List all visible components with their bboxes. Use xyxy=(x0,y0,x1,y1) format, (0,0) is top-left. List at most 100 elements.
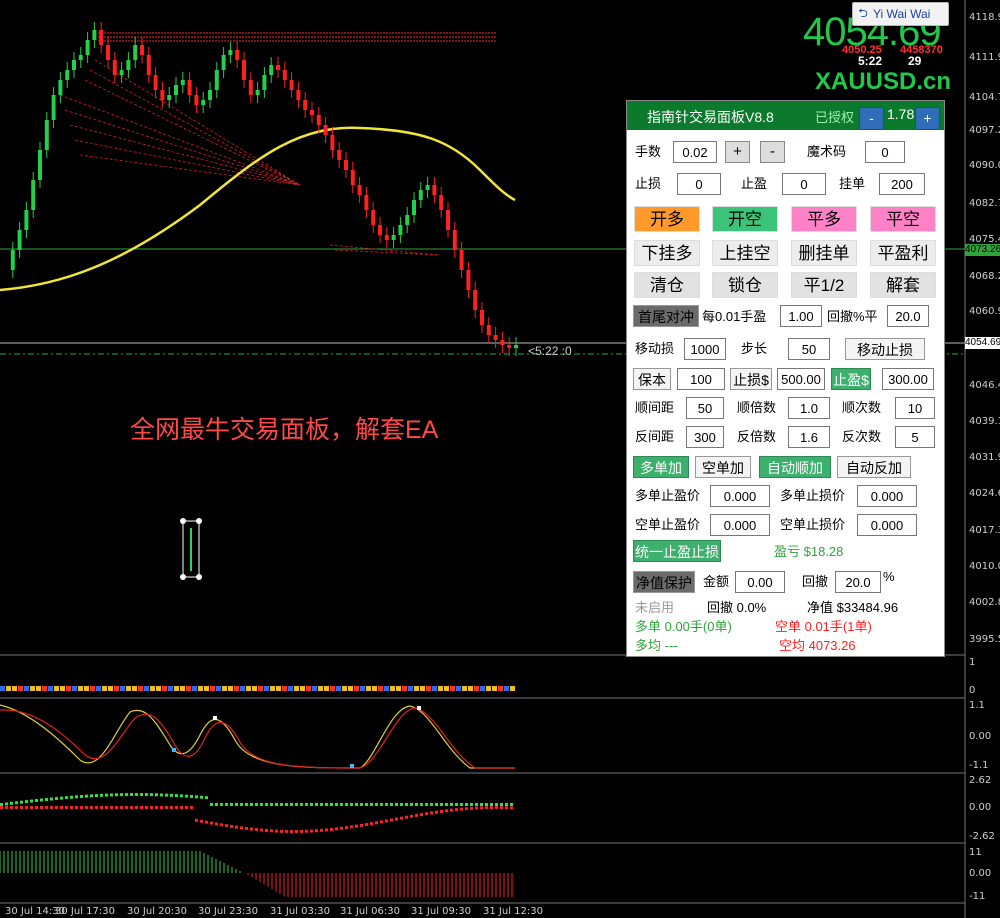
break-even-button[interactable]: 保本 xyxy=(633,368,671,390)
indicator-1-mark xyxy=(510,686,515,691)
close-short-button[interactable]: 平空 xyxy=(870,206,936,232)
pending-long-button[interactable]: 下挂多 xyxy=(634,240,700,266)
indicator-3-dot xyxy=(100,806,103,809)
rev-mult-input[interactable]: 1.6 xyxy=(788,426,830,448)
candle-body xyxy=(269,65,274,75)
rev-gap-input[interactable]: 300 xyxy=(686,426,724,448)
indicator-1-mark xyxy=(24,686,29,691)
indicator-1-mark xyxy=(204,686,209,691)
indicator-3-dot xyxy=(285,803,288,806)
indicator-3-dot xyxy=(365,803,368,806)
candle-body xyxy=(221,55,226,70)
close-long-button[interactable]: 平多 xyxy=(791,206,857,232)
drawdown-pct-input[interactable]: 20.0 xyxy=(887,305,929,327)
auto-fwd-add-button[interactable]: 自动顺加 xyxy=(759,456,831,478)
fwd-mult-input[interactable]: 1.0 xyxy=(788,397,830,419)
close-half-button[interactable]: 平1/2 xyxy=(791,272,857,298)
trail-stop-button[interactable]: 移动止损 xyxy=(845,338,925,360)
indicator-3-dot xyxy=(245,803,248,806)
indicator-3-dot xyxy=(300,803,303,806)
magic-input[interactable]: 0 xyxy=(865,141,905,163)
indicator-3-dot xyxy=(480,806,483,810)
fwd-gap-input[interactable]: 50 xyxy=(686,397,724,419)
retrace-input[interactable]: 20.0 xyxy=(835,571,881,593)
retrace-unit: % xyxy=(883,569,895,584)
indicator-1-mark xyxy=(42,686,47,691)
candle-body xyxy=(140,45,144,55)
candle-body xyxy=(99,30,104,45)
price-axis-label: 4010.05 xyxy=(969,561,1000,572)
indicator-3-dot xyxy=(205,820,208,824)
user-name: Yi Wai Wai xyxy=(873,7,931,21)
long-add-button[interactable]: 多单加 xyxy=(633,456,689,478)
candle-body xyxy=(303,100,308,110)
tp-usd-input[interactable]: 300.00 xyxy=(882,368,934,390)
sl-input[interactable]: 0 xyxy=(677,173,721,195)
candle-body xyxy=(473,290,478,310)
indicator-1-mark xyxy=(54,686,59,691)
indicator-3-dot xyxy=(390,818,393,822)
indicator-1-mark xyxy=(96,686,101,691)
candle-body xyxy=(180,80,185,85)
close-profit-button[interactable]: 平盈利 xyxy=(870,240,936,266)
unlock-button[interactable]: 解套 xyxy=(870,272,936,298)
indicator-1-mark xyxy=(378,686,383,691)
lot-increase-button[interactable]: + xyxy=(725,141,750,163)
unified-tp-sl-button[interactable]: 统一止盈止损价 xyxy=(633,540,721,582)
user-account-button[interactable]: ⮌ Yi Wai Wai xyxy=(852,2,949,26)
indicator-3-dot xyxy=(235,825,238,829)
equity-protect-button[interactable]: 净值保护 xyxy=(633,571,695,593)
indicator-1-mark xyxy=(468,686,473,691)
indicator-3-dot xyxy=(135,806,138,809)
open-long-button[interactable]: 开多 xyxy=(634,206,700,232)
sub1-axis-bottom: 0 xyxy=(969,685,976,696)
indicator-3-dot xyxy=(320,803,323,806)
indicator-3-dot xyxy=(415,813,418,817)
indicator-3-dot xyxy=(485,806,488,810)
pending-short-button[interactable]: 上挂空 xyxy=(712,240,778,266)
tp-usd-button[interactable]: 止盈$ xyxy=(831,368,871,390)
auto-rev-add-button[interactable]: 自动反加 xyxy=(837,456,911,478)
lot-decrease-button[interactable]: - xyxy=(760,141,785,163)
indicator-3-dot xyxy=(120,806,123,809)
indicator-3-dot xyxy=(315,803,318,806)
fwd-count-input[interactable]: 10 xyxy=(895,397,935,419)
indicator-3-dot xyxy=(140,793,143,797)
sl-usd-button[interactable]: 止损$ xyxy=(730,368,772,390)
panel-minimize-button[interactable]: - xyxy=(859,107,884,130)
break-even-input[interactable]: 100 xyxy=(677,368,725,390)
clear-all-button[interactable]: 清仓 xyxy=(634,272,700,298)
short-add-button[interactable]: 空单加 xyxy=(695,456,751,478)
indicator-3-dot xyxy=(255,803,258,806)
per-lot-input[interactable]: 1.00 xyxy=(780,305,822,327)
indicator-1-mark xyxy=(6,686,11,691)
step-input[interactable]: 50 xyxy=(788,338,830,360)
indicator-3-dot xyxy=(355,803,358,806)
candle-body xyxy=(153,75,158,90)
indicator-3-dot xyxy=(105,806,108,809)
short-tp-input[interactable]: 0.000 xyxy=(710,514,770,536)
indicator-3-dot xyxy=(430,811,433,815)
open-short-button[interactable]: 开空 xyxy=(712,206,778,232)
trail-input[interactable]: 1000 xyxy=(684,338,726,360)
pending-input[interactable]: 200 xyxy=(879,173,925,195)
tp-input[interactable]: 0 xyxy=(782,173,826,195)
indicator-1-mark xyxy=(186,686,191,691)
hedge-button[interactable]: 首尾对冲 xyxy=(633,305,699,327)
sl-usd-input[interactable]: 500.00 xyxy=(777,368,825,390)
indicator-3-dot xyxy=(400,803,403,806)
bid-right: 4458370 xyxy=(900,44,943,56)
long-sl-input[interactable]: 0.000 xyxy=(857,485,917,507)
indicator-1-mark xyxy=(306,686,311,691)
short-sl-input[interactable]: 0.000 xyxy=(857,514,917,536)
candle-body xyxy=(507,345,512,348)
lock-button[interactable]: 锁仓 xyxy=(712,272,778,298)
delete-pending-button[interactable]: 删挂单 xyxy=(791,240,857,266)
indicator-1-mark xyxy=(366,686,371,691)
long-tp-input[interactable]: 0.000 xyxy=(710,485,770,507)
rev-count-input[interactable]: 5 xyxy=(895,426,935,448)
amount-input[interactable]: 0.00 xyxy=(735,571,785,593)
indicator-3-dot xyxy=(40,806,43,809)
lot-input[interactable]: 0.02 xyxy=(673,141,717,163)
panel-expand-button[interactable]: + xyxy=(915,107,940,130)
